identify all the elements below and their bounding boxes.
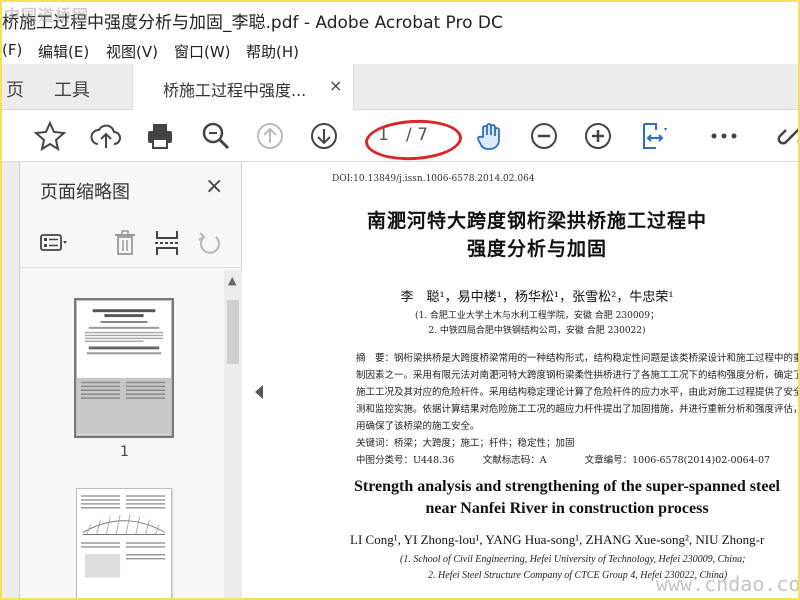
print-icon[interactable]	[144, 120, 176, 152]
abstract-line: 施工工况及其对应的危险杆件。采用结构稳定理论计算了危险杆件的应力水平，由此对施工…	[356, 387, 800, 398]
page-down-icon[interactable]	[308, 120, 340, 152]
cloud-upload-icon[interactable]	[90, 120, 122, 152]
chinese-authors: 李 聪¹，易中楼¹，杨华松¹，张雪松²，牛忠荣¹	[400, 290, 674, 305]
watermark-bottom: www.cndao.com	[656, 572, 800, 596]
doi-text: DOI:10.13849/j.issn.1006-6578.2014.02.06…	[332, 174, 535, 184]
menu-edit[interactable]: 编辑(E)	[38, 41, 89, 62]
scrollbar-thumb[interactable]	[227, 300, 239, 364]
menu-help[interactable]: 帮助(H)	[246, 41, 299, 62]
left-nav-strip[interactable]	[2, 162, 20, 598]
chinese-title-line1: 南淝河特大跨度钢桁梁拱桥施工过程中	[366, 210, 707, 232]
chinese-title-line2: 强度分析与加固	[466, 238, 607, 260]
tab-document-label: 桥施工过程中强度...	[163, 81, 307, 100]
page-thumbnail[interactable]	[74, 298, 174, 438]
link-icon[interactable]	[776, 120, 798, 152]
classification-line: 中图分类号：U448.36 文献标志码：A 文章编号：1006-6578(201…	[356, 455, 771, 466]
tab-tools[interactable]: 工具	[54, 76, 90, 102]
panel-scrollbar[interactable]: ▲	[224, 270, 242, 598]
menu-bar: (F) 编辑(E) 视图(V) 窗口(W) 帮助(H)	[2, 36, 798, 64]
english-title-line1: Strength analysis and strengthening of t…	[354, 478, 780, 495]
chinese-affiliation-1: (1. 合肥工业大学土木与水利工程学院，安徽 合肥 230009；	[414, 311, 660, 321]
panel-close-button[interactable]: ×	[205, 174, 223, 199]
abstract-line: 摘 要：钢桁梁拱桥是大跨度桥梁常用的一种结构形式，结构稳定性问题是该类桥梁设计和…	[356, 353, 800, 364]
collapse-panel-icon[interactable]	[252, 382, 266, 402]
page-up-icon[interactable]	[254, 120, 286, 152]
abstract-line: 制因素之一。采用有限元法对南淝河特大跨度钢桁梁柔性拱桥进行了各施工工况下的结构强…	[356, 370, 800, 381]
abstract-line: 测和监控实施。依据计算结果对危险施工工况的超应力杆件提出了加固措施，并进行重新分…	[356, 404, 800, 415]
keywords-line: 关键词：桥梁；大跨度；施工；杆件；稳定性；加固	[356, 438, 575, 449]
acrobat-window: 桥施工过程中强度分析与加固_李聪.pdf - Adobe Acrobat Pro…	[0, 0, 800, 600]
star-icon[interactable]	[33, 120, 67, 152]
page-thumbnail[interactable]	[76, 488, 172, 598]
tab-home[interactable]: 页	[6, 76, 24, 102]
zoom-out-icon[interactable]	[528, 120, 560, 152]
panel-title: 页面缩略图	[40, 182, 130, 203]
tab-bar: 页 工具 桥施工过程中强度... ×	[2, 64, 798, 110]
watermark-top: 中国道桥网	[4, 6, 90, 25]
thumbnail-options-icon[interactable]	[38, 228, 68, 258]
abstract-line: 用确保了该桥梁的施工安全。	[356, 421, 480, 432]
delete-page-icon[interactable]	[110, 228, 140, 258]
zoom-in-icon[interactable]	[582, 120, 614, 152]
more-icon[interactable]	[708, 120, 740, 152]
thumbnail-label: 1	[120, 444, 129, 460]
extract-page-icon[interactable]	[152, 228, 182, 258]
english-authors: LI Cong¹, YI Zhong-lou¹, YANG Hua-song¹,…	[350, 532, 765, 547]
rotate-page-icon[interactable]	[194, 228, 224, 258]
fit-page-icon[interactable]	[638, 120, 670, 152]
english-title-line2: near Nanfei River in construction proces…	[425, 500, 709, 517]
menu-view[interactable]: 视图(V)	[106, 41, 158, 62]
zoom-search-icon[interactable]	[200, 120, 232, 152]
menu-window[interactable]: 窗口(W)	[174, 41, 231, 62]
title-bar: 桥施工过程中强度分析与加固_李聪.pdf - Adobe Acrobat Pro…	[2, 2, 798, 36]
panel-toolbar	[20, 220, 242, 268]
hand-tool-icon[interactable]	[474, 120, 506, 152]
abstract-block: 摘 要：钢桁梁拱桥是大跨度桥梁常用的一种结构形式，结构稳定性问题是该类桥梁设计和…	[356, 350, 800, 469]
english-affiliation-1: (1. School of Civil Engineering, Hefei U…	[400, 554, 746, 565]
page-thumbnails-panel: 页面缩略图 × 1 ▲	[2, 162, 242, 598]
menu-file[interactable]: (F)	[2, 41, 22, 59]
chinese-affiliation-2: 2. 中铁四局合肥中铁钢结构公司，安徽 合肥 230022)	[428, 326, 646, 336]
tab-close-button[interactable]: ×	[329, 76, 342, 95]
thumbnail-list: 1	[20, 270, 224, 598]
tab-document[interactable]: 桥施工过程中强度... ×	[132, 64, 354, 110]
scroll-up-icon[interactable]: ▲	[228, 274, 236, 287]
pdf-page: DOI:10.13849/j.issn.1006-6578.2014.02.06…	[272, 162, 800, 598]
document-view[interactable]: DOI:10.13849/j.issn.1006-6578.2014.02.06…	[272, 162, 800, 598]
